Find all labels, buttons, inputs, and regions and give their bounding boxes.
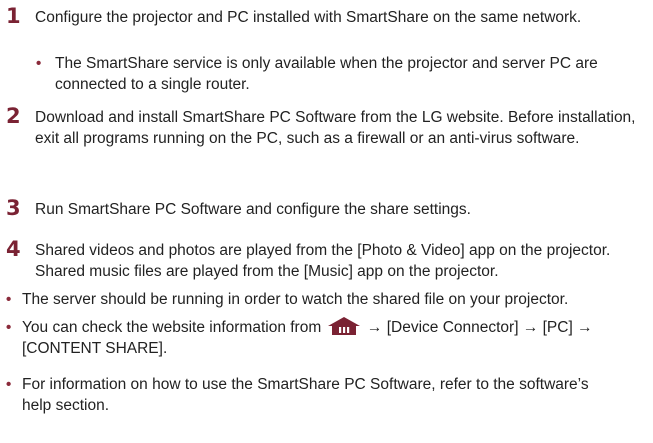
step-4: 4 Shared videos and photos are played fr… bbox=[0, 237, 653, 282]
step-2: 2 Download and install SmartShare PC Sof… bbox=[0, 104, 653, 149]
note-text: The SmartShare service is only available… bbox=[55, 55, 598, 93]
step-number: 3 bbox=[6, 196, 21, 220]
step-text: Configure the projector and PC installed… bbox=[35, 9, 582, 26]
note-text: The server should be running in order to… bbox=[22, 291, 569, 308]
home-icon bbox=[327, 317, 360, 335]
bullet-dot-icon: • bbox=[6, 291, 12, 308]
step-number: 1 bbox=[6, 4, 21, 28]
note-server: • The server should be running in order … bbox=[0, 289, 653, 310]
note-help: • For information on how to use the Smar… bbox=[0, 374, 653, 416]
note-text: For information on how to use the SmartS… bbox=[22, 376, 589, 414]
step-text: Shared videos and photos are played from… bbox=[35, 242, 611, 280]
step-1-note: • The SmartShare service is only availab… bbox=[0, 53, 653, 95]
bullet-dot-icon: • bbox=[6, 376, 12, 393]
step-number: 4 bbox=[6, 237, 21, 261]
bullet-dot-icon: • bbox=[6, 319, 12, 336]
step-1: 1 Configure the projector and PC install… bbox=[0, 4, 653, 28]
step-number: 2 bbox=[6, 104, 21, 128]
step-text: Run SmartShare PC Software and configure… bbox=[35, 201, 471, 218]
note-text-before: You can check the website information fr… bbox=[22, 319, 322, 336]
step-text: Download and install SmartShare PC Softw… bbox=[35, 109, 636, 147]
manual-page: 1 Configure the projector and PC install… bbox=[0, 0, 653, 443]
step-3: 3 Run SmartShare PC Software and configu… bbox=[0, 196, 653, 220]
note-website: • You can check the website information … bbox=[0, 317, 653, 359]
bullet-dot-icon: • bbox=[36, 55, 42, 72]
